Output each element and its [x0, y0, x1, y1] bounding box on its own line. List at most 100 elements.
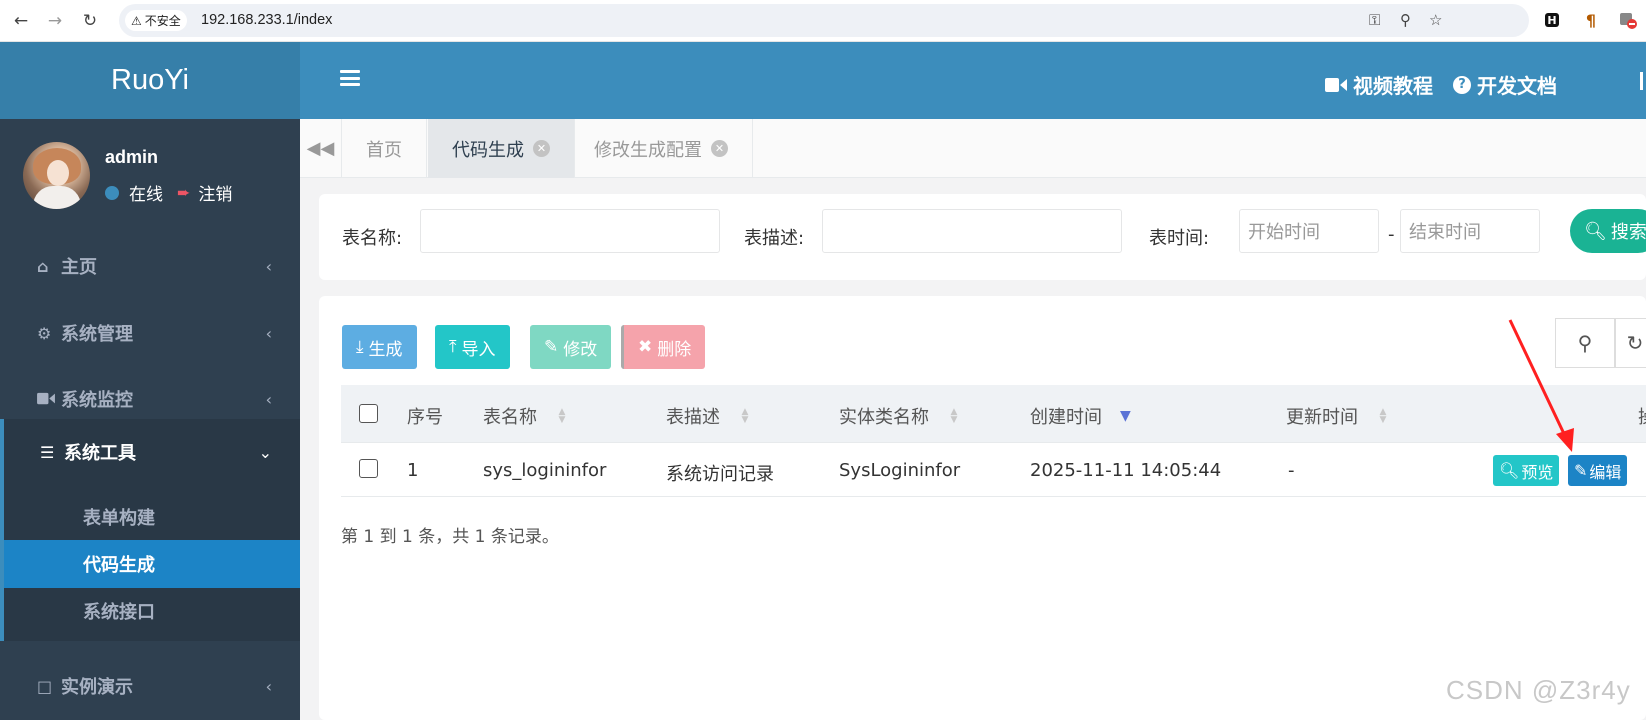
row-edit-button[interactable]: ✎ 编辑 — [1568, 455, 1628, 486]
dev-docs-link[interactable]: ? 开发文档 — [1453, 70, 1557, 99]
bars-icon: ☰ — [40, 442, 55, 462]
sidebar-item-system-management[interactable]: ⚙ 系统管理 ‹ — [0, 300, 300, 366]
user-panel: admin 在线 ➨ 注销 — [0, 119, 300, 224]
cell-index: 1 — [407, 460, 419, 481]
chevron-down-icon: ⌄ — [258, 442, 272, 462]
upload-icon: ⤒ — [449, 337, 457, 357]
video-tutorial-link[interactable]: 视频教程 — [1325, 70, 1433, 99]
zoom-icon[interactable]: ⚲ — [1400, 11, 1411, 29]
sidebar: admin 在线 ➨ 注销 ⌂ 主页 ‹ ⚙ 系统管理 ‹ 系统监控 ‹ ☰ 系… — [0, 119, 300, 720]
app-logo[interactable]: RuoYi — [0, 42, 300, 119]
star-icon[interactable]: ☆ — [1429, 11, 1442, 29]
sort-icon: ▲ ▼ — [950, 407, 958, 425]
table-header: 序号 表名称▲▼ 表描述▲▼ 实体类名称▲▼ 创建时间▼ 更新时间▲▼ 操 — [341, 385, 1646, 443]
desktop-icon: □ — [37, 676, 53, 696]
warning-icon: ⚠ — [131, 13, 142, 28]
cell-class-name: SysLogininfor — [839, 460, 961, 481]
extension-h-icon[interactable]: H — [1545, 13, 1559, 27]
delete-button[interactable]: ✖ 删除 — [621, 325, 706, 369]
edit-button[interactable]: ✎ 修改 — [530, 325, 612, 369]
times-icon: ✖ — [638, 337, 653, 357]
sign-out-icon[interactable]: ➨ — [177, 183, 190, 202]
column-header-class-name[interactable]: 实体类名称 ▲ ▼ — [839, 403, 959, 429]
extension-pilcrow-icon[interactable]: ¶ — [1582, 11, 1600, 30]
select-all-checkbox[interactable] — [359, 404, 378, 423]
search-icon: 🔍︎ — [1584, 220, 1607, 242]
import-button[interactable]: ⤒ 导入 — [435, 325, 510, 369]
system-tools-submenu: 表单构建 代码生成 系统接口 — [0, 485, 300, 641]
chevron-left-icon: ‹ — [265, 389, 272, 409]
security-indicator[interactable]: ⚠ 不安全 — [125, 10, 187, 31]
menu-toggle-icon[interactable] — [340, 70, 360, 86]
edit-icon: ✎ — [1574, 461, 1588, 480]
chevron-left-icon: ‹ — [265, 676, 272, 696]
preview-button[interactable]: 🔍︎ 预览 — [1493, 455, 1560, 486]
sort-desc-icon: ▼ — [1120, 408, 1131, 424]
sidebar-item-code-generation[interactable]: 代码生成 — [4, 540, 300, 588]
tab-code-generation[interactable]: 代码生成 ✕ — [428, 119, 575, 178]
watermark: CSDN @Z3r4y — [1446, 675, 1631, 705]
search-button[interactable]: 🔍︎ 搜索 — [1570, 209, 1646, 253]
logout-link[interactable]: 注销 — [198, 180, 232, 205]
video-camera-icon — [37, 390, 57, 409]
close-icon[interactable]: ✕ — [533, 140, 550, 157]
row-checkbox[interactable] — [359, 459, 378, 478]
user-name: admin — [105, 147, 159, 167]
column-header-update-time[interactable]: 更新时间 ▲ ▼ — [1286, 403, 1388, 429]
avatar[interactable] — [23, 142, 90, 209]
column-header-table-name[interactable]: 表名称 ▲ ▼ — [483, 403, 567, 429]
table-name-label: 表名称: — [342, 228, 403, 249]
browser-toolbar: ← → ↻ ⚠ 不安全 192.168.233.1/index ⚿ ⚲ ☆ H … — [0, 0, 1646, 42]
sort-icon: ▲ ▼ — [741, 407, 749, 425]
main-content: 表名称: 表描述: 表时间: 开始时间 - 结束时间 🔍︎ 搜索 ⤓ 生成 ⤒ … — [300, 178, 1646, 720]
table-name-input[interactable] — [420, 209, 720, 253]
edit-icon: ✎ — [544, 337, 559, 357]
table-panel: ⤓ 生成 ⤒ 导入 ✎ 修改 ✖ 删除 ⚲ ↻ 序号 表名称 ▲ ▼ 表描述 ▲ ▼ 实… — [319, 296, 1646, 720]
question-circle-icon: ? — [1453, 75, 1471, 94]
sidebar-item-home[interactable]: ⌂ 主页 ‹ — [0, 233, 300, 299]
address-bar[interactable]: ⚠ 不安全 192.168.233.1/index ⚿ ⚲ ☆ — [119, 4, 1529, 37]
key-icon[interactable]: ⚿ — [1369, 11, 1380, 29]
end-time-input[interactable]: 结束时间 — [1400, 209, 1540, 253]
gear-icon: ⚙ — [37, 323, 52, 343]
column-header-index: 序号 — [407, 407, 443, 428]
reload-icon[interactable]: ↻ — [77, 8, 103, 34]
video-camera-icon — [1325, 77, 1347, 92]
page-tabs: ◀◀ 首页 代码生成 ✕ 修改生成配置 ✕ — [300, 119, 1646, 178]
online-dot-icon — [105, 185, 119, 200]
refresh-icon[interactable]: ↻ — [1615, 318, 1646, 368]
cell-table-name: sys_logininfor — [483, 460, 607, 481]
chevron-left-icon: ‹ — [265, 256, 272, 276]
fullscreen-icon[interactable] — [1640, 72, 1646, 90]
cell-create-time: 2025-11-11 14:05:44 — [1030, 460, 1222, 481]
tab-home[interactable]: 首页 — [342, 119, 427, 178]
column-header-create-time[interactable]: 创建时间 ▼ — [1030, 403, 1131, 429]
sidebar-item-system-tools[interactable]: ☰ 系统工具 ⌄ — [0, 419, 300, 485]
table-desc-input[interactable] — [822, 209, 1122, 253]
column-header-actions: 操 — [1638, 403, 1646, 429]
date-separator: - — [1388, 224, 1395, 245]
column-header-table-desc[interactable]: 表描述 ▲ ▼ — [666, 403, 750, 429]
cell-update-time: - — [1288, 460, 1295, 481]
tab-edit-gen-config[interactable]: 修改生成配置 ✕ — [570, 119, 753, 178]
chevron-left-icon: ‹ — [265, 323, 272, 343]
forward-icon[interactable]: → — [42, 8, 68, 34]
url-text[interactable]: 192.168.233.1/index — [201, 12, 332, 28]
search-icon: 🔍︎ — [1499, 461, 1520, 480]
back-icon[interactable]: ← — [8, 8, 34, 34]
close-icon[interactable]: ✕ — [711, 140, 728, 157]
table-desc-label: 表描述: — [744, 228, 805, 249]
sort-icon: ▲ ▼ — [1379, 407, 1387, 425]
home-icon: ⌂ — [37, 256, 49, 276]
sidebar-item-form-builder[interactable]: 表单构建 — [4, 493, 300, 541]
start-time-input[interactable]: 开始时间 — [1239, 209, 1379, 253]
generate-button[interactable]: ⤓ 生成 — [342, 325, 417, 369]
tabs-scroll-left-icon[interactable]: ◀◀ — [300, 119, 342, 178]
download-icon: ⤓ — [356, 337, 364, 357]
search-form: 表名称: 表描述: 表时间: 开始时间 - 结束时间 🔍︎ 搜索 — [319, 194, 1646, 280]
sort-icon: ▲ ▼ — [558, 407, 566, 425]
sidebar-item-demo[interactable]: □ 实例演示 ‹ — [0, 653, 300, 719]
cell-table-desc: 系统访问记录 — [666, 464, 774, 485]
extension-puzzle-icon[interactable] — [1616, 11, 1640, 29]
sidebar-item-system-api[interactable]: 系统接口 — [4, 587, 300, 635]
